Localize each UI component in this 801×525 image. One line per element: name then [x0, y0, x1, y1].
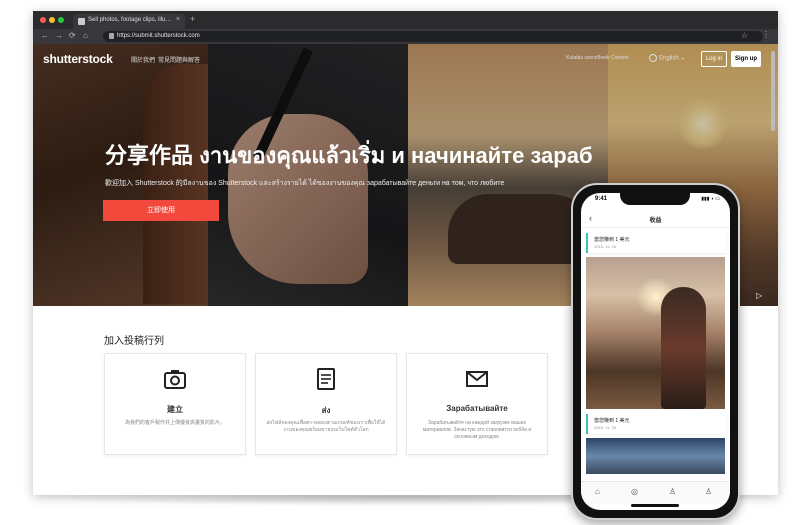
hero-subline: 歡迎加入 Shutterstock 的มีลงานของ Shutterstoc…: [105, 180, 505, 187]
browser-menu-icon[interactable]: ⋮: [762, 30, 770, 39]
login-button[interactable]: Log in: [701, 51, 727, 67]
tab-title: Sell photos, footage clips, illu…: [88, 17, 172, 23]
language-label: English: [659, 55, 679, 62]
person-shape: [661, 287, 706, 409]
tab-earnings-icon[interactable]: ◎: [631, 487, 638, 496]
phone-screen: 9:41 ▮▮▮ ◗ ▭ ‹ 收益 當您賺到 1 美元 2018. 11. 26…: [581, 193, 730, 510]
divider: [581, 227, 730, 228]
earnings-list-item[interactable]: 當您賺到 1 美元 2018. 11. 26: [586, 233, 727, 253]
new-tab-button[interactable]: +: [190, 14, 195, 24]
envelope-icon: [466, 371, 488, 387]
maximize-window-button[interactable]: [58, 17, 64, 23]
feature-card-desc: ส่งไฟล์ของคุณเพื่อตรวจสอบตามเกณฑ์ของเราเ…: [266, 420, 386, 433]
feature-card-earn: Зарабатывайте Зарабатывайте на каждой за…: [406, 353, 548, 455]
signup-button[interactable]: Sign up: [731, 51, 761, 67]
tab-home-icon[interactable]: ⌂: [595, 487, 600, 496]
status-time: 9:41: [595, 196, 608, 202]
feature-card-title: Зарабатывайте: [446, 404, 508, 413]
nav-link-about[interactable]: 關於我們: [131, 55, 155, 64]
shutterstock-logo[interactable]: shutterstock: [43, 52, 113, 66]
reload-icon[interactable]: ⟳: [69, 31, 76, 40]
feature-card-submit: ส่ง ส่งไฟล์ของคุณเพื่อตรวจสอบตามเกณฑ์ของ…: [255, 353, 397, 455]
feature-card-desc: 為我們的客戶製作并上傳優良高畫質的影片。: [124, 420, 225, 426]
tab-account-icon[interactable]: ♙: [705, 487, 712, 496]
feature-card-desc: Зарабатывайте на каждой загрузке ваших м…: [422, 420, 532, 440]
language-selector[interactable]: English ⌄: [649, 54, 685, 62]
document-icon: [317, 368, 335, 390]
back-icon[interactable]: ←: [41, 31, 49, 40]
play-icon[interactable]: ▷: [756, 291, 762, 300]
tab-close-icon[interactable]: ×: [176, 16, 180, 23]
status-icons: ▮▮▮ ◗ ▭: [701, 196, 720, 202]
tab-profile-icon[interactable]: ♙: [669, 487, 676, 496]
home-indicator: [631, 504, 679, 507]
earnings-list-item[interactable]: 當您賺到 1 美元 2018. 11. 26: [586, 414, 727, 434]
camera-icon: [164, 370, 186, 389]
browser-tab[interactable]: Sell photos, footage clips, illu… ×: [73, 14, 185, 29]
bookmark-star-icon[interactable]: ☆: [741, 31, 748, 40]
page-scrollbar[interactable]: [771, 51, 775, 131]
chevron-down-icon: ⌄: [680, 55, 686, 62]
forward-icon[interactable]: →: [55, 31, 63, 40]
close-window-button[interactable]: [40, 17, 46, 23]
phone-screen-title: 收益: [649, 218, 662, 224]
earnings-item-title: 當您賺到 1 美元: [594, 237, 630, 243]
earnings-photo-sky[interactable]: [586, 438, 725, 474]
earnings-item-date: 2018. 11. 26: [594, 425, 616, 430]
globe-icon: [649, 54, 657, 62]
get-started-button[interactable]: 立即使用: [103, 200, 219, 221]
feature-card-title: ส่ง: [321, 406, 331, 415]
hero-headline: 分享作品 งานของคุณแล้วเริ่ม и начинайте зара…: [105, 143, 593, 168]
favicon-icon: [78, 18, 85, 25]
phone-tab-bar: ⌂ ◎ ♙ ♙: [581, 481, 730, 504]
earnings-item-title: 當您賺到 1 美元: [594, 418, 630, 424]
feature-card-create: 建立 為我們的客戶製作并上傳優良高畫質的影片。: [104, 353, 246, 455]
lock-icon: [109, 33, 114, 39]
nav-link-faq[interactable]: 常見問題與解答: [158, 55, 200, 64]
phone-mockup: 9:41 ▮▮▮ ◗ ▭ ‹ 收益 當您賺到 1 美元 2018. 11. 26…: [571, 183, 740, 520]
join-section-title: 加入投稿行列: [104, 336, 164, 347]
minimize-window-button[interactable]: [49, 17, 55, 23]
phone-notch: [620, 193, 690, 205]
earnings-item-date: 2018. 11. 26: [594, 244, 616, 249]
earnings-photo-photographer[interactable]: [586, 257, 725, 409]
address-toolbar: ← → ⟳ ⌂ https://submit.shutterstock.com …: [33, 29, 778, 44]
contributor-link[interactable]: Kutatás szerzőknek Content: [566, 55, 629, 61]
url-text: https://submit.shutterstock.com: [117, 33, 200, 39]
address-bar[interactable]: https://submit.shutterstock.com: [103, 31, 763, 42]
home-icon[interactable]: ⌂: [83, 31, 88, 40]
tab-bar: Sell photos, footage clips, illu… × +: [33, 11, 778, 29]
feature-card-title: 建立: [167, 405, 183, 414]
